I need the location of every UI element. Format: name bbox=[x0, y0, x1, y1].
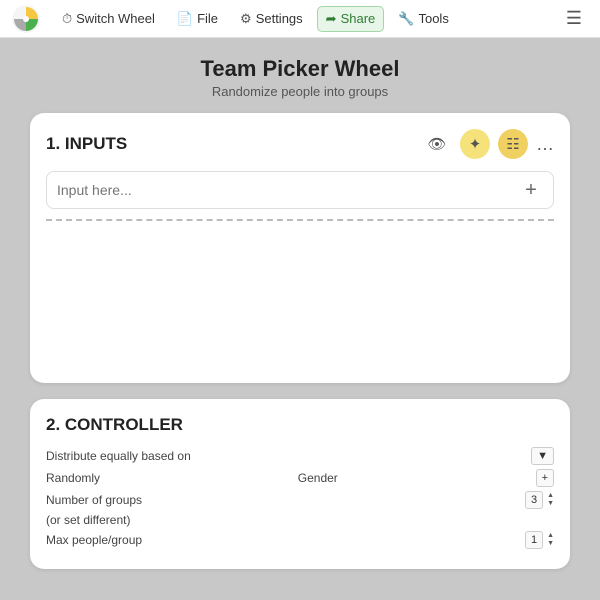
switch-wheel-button[interactable]: ⏱ Switch Wheel bbox=[54, 7, 163, 31]
share-button[interactable]: ➦ Share bbox=[317, 6, 385, 32]
max-people-value[interactable]: 1 bbox=[525, 531, 543, 549]
max-people-controls[interactable]: 1 ▲ ▼ bbox=[525, 531, 554, 549]
gender-label: Gender bbox=[298, 471, 338, 485]
top-navigation: ⏱ Switch Wheel 📄 File ⚙ Settings ➦ Share… bbox=[0, 0, 600, 38]
eye-icon: 👁 bbox=[427, 135, 446, 153]
inputs-card-header: 1. INPUTS 👁 ✦ ☷ … bbox=[46, 129, 554, 159]
random-gender-row: Randomly Gender + bbox=[46, 469, 554, 487]
num-groups-value[interactable]: 3 bbox=[525, 491, 543, 509]
settings-icon: ⚙ bbox=[240, 11, 252, 27]
shuffle-icon: ✦ bbox=[469, 135, 482, 153]
text-input-row: + bbox=[46, 171, 554, 209]
page-header: Team Picker Wheel Randomize people into … bbox=[0, 38, 600, 113]
switch-wheel-label: Switch Wheel bbox=[76, 11, 155, 26]
num-groups-up-arrow[interactable]: ▲ bbox=[547, 492, 554, 500]
add-entry-button[interactable]: + bbox=[519, 178, 543, 202]
distribute-value: ▼ bbox=[531, 447, 554, 465]
share-icon: ➦ bbox=[326, 11, 337, 27]
inputs-card-title: 1. INPUTS bbox=[46, 134, 414, 154]
content-area: 1. INPUTS 👁 ✦ ☷ … + 2. CONTROLLER bbox=[0, 113, 600, 569]
settings-label: Settings bbox=[256, 11, 303, 26]
num-groups-down-arrow[interactable]: ▼ bbox=[547, 500, 554, 508]
grid-icon-button[interactable]: ☷ bbox=[498, 129, 528, 159]
num-groups-row: Number of groups 3 ▲ ▼ bbox=[46, 491, 554, 509]
more-options-icon[interactable]: … bbox=[536, 134, 554, 155]
distribute-controls: ▼ bbox=[531, 447, 554, 465]
tools-label: Tools bbox=[418, 11, 448, 26]
grid-icon: ☷ bbox=[506, 135, 519, 153]
random-label: Randomly bbox=[46, 471, 100, 485]
file-icon: 📄 bbox=[177, 11, 193, 27]
controller-card: 2. CONTROLLER Distribute equally based o… bbox=[30, 399, 570, 569]
plus-icon: + bbox=[525, 180, 537, 200]
page-subtitle: Randomize people into groups bbox=[0, 84, 600, 99]
controller-content: Distribute equally based on ▼ Randomly G… bbox=[46, 447, 554, 549]
num-groups-controls[interactable]: 3 ▲ ▼ bbox=[525, 491, 554, 509]
divider bbox=[46, 219, 554, 221]
num-groups-arrows[interactable]: ▲ ▼ bbox=[547, 492, 554, 507]
tools-icon: 🔧 bbox=[398, 11, 414, 27]
set-different-label: (or set different) bbox=[46, 513, 130, 527]
eye-icon-button[interactable]: 👁 bbox=[422, 129, 452, 159]
app-logo[interactable] bbox=[12, 5, 40, 33]
file-label: File bbox=[197, 11, 218, 26]
share-label: Share bbox=[341, 11, 376, 26]
distribute-row: Distribute equally based on ▼ bbox=[46, 447, 554, 465]
hamburger-menu-icon[interactable]: ☰ bbox=[560, 4, 588, 33]
set-different-row: (or set different) bbox=[46, 513, 554, 527]
shuffle-icon-button[interactable]: ✦ bbox=[460, 129, 490, 159]
max-people-up-arrow[interactable]: ▲ bbox=[547, 532, 554, 540]
entry-input[interactable] bbox=[57, 182, 519, 198]
settings-button[interactable]: ⚙ Settings bbox=[232, 7, 311, 31]
random-gender-box: + bbox=[536, 469, 554, 487]
clock-icon: ⏱ bbox=[62, 11, 72, 27]
num-groups-label: Number of groups bbox=[46, 493, 142, 507]
page-title: Team Picker Wheel bbox=[0, 56, 600, 82]
max-people-row: Max people/group 1 ▲ ▼ bbox=[46, 531, 554, 549]
controller-card-title: 2. CONTROLLER bbox=[46, 415, 554, 435]
tools-button[interactable]: 🔧 Tools bbox=[390, 7, 457, 31]
inputs-card: 1. INPUTS 👁 ✦ ☷ … + bbox=[30, 113, 570, 383]
controller-card-header: 2. CONTROLLER bbox=[46, 415, 554, 435]
max-people-arrows[interactable]: ▲ ▼ bbox=[547, 532, 554, 547]
max-people-label: Max people/group bbox=[46, 533, 142, 547]
file-button[interactable]: 📄 File bbox=[169, 7, 226, 31]
distribute-label: Distribute equally based on bbox=[46, 449, 191, 463]
max-people-down-arrow[interactable]: ▼ bbox=[547, 540, 554, 548]
